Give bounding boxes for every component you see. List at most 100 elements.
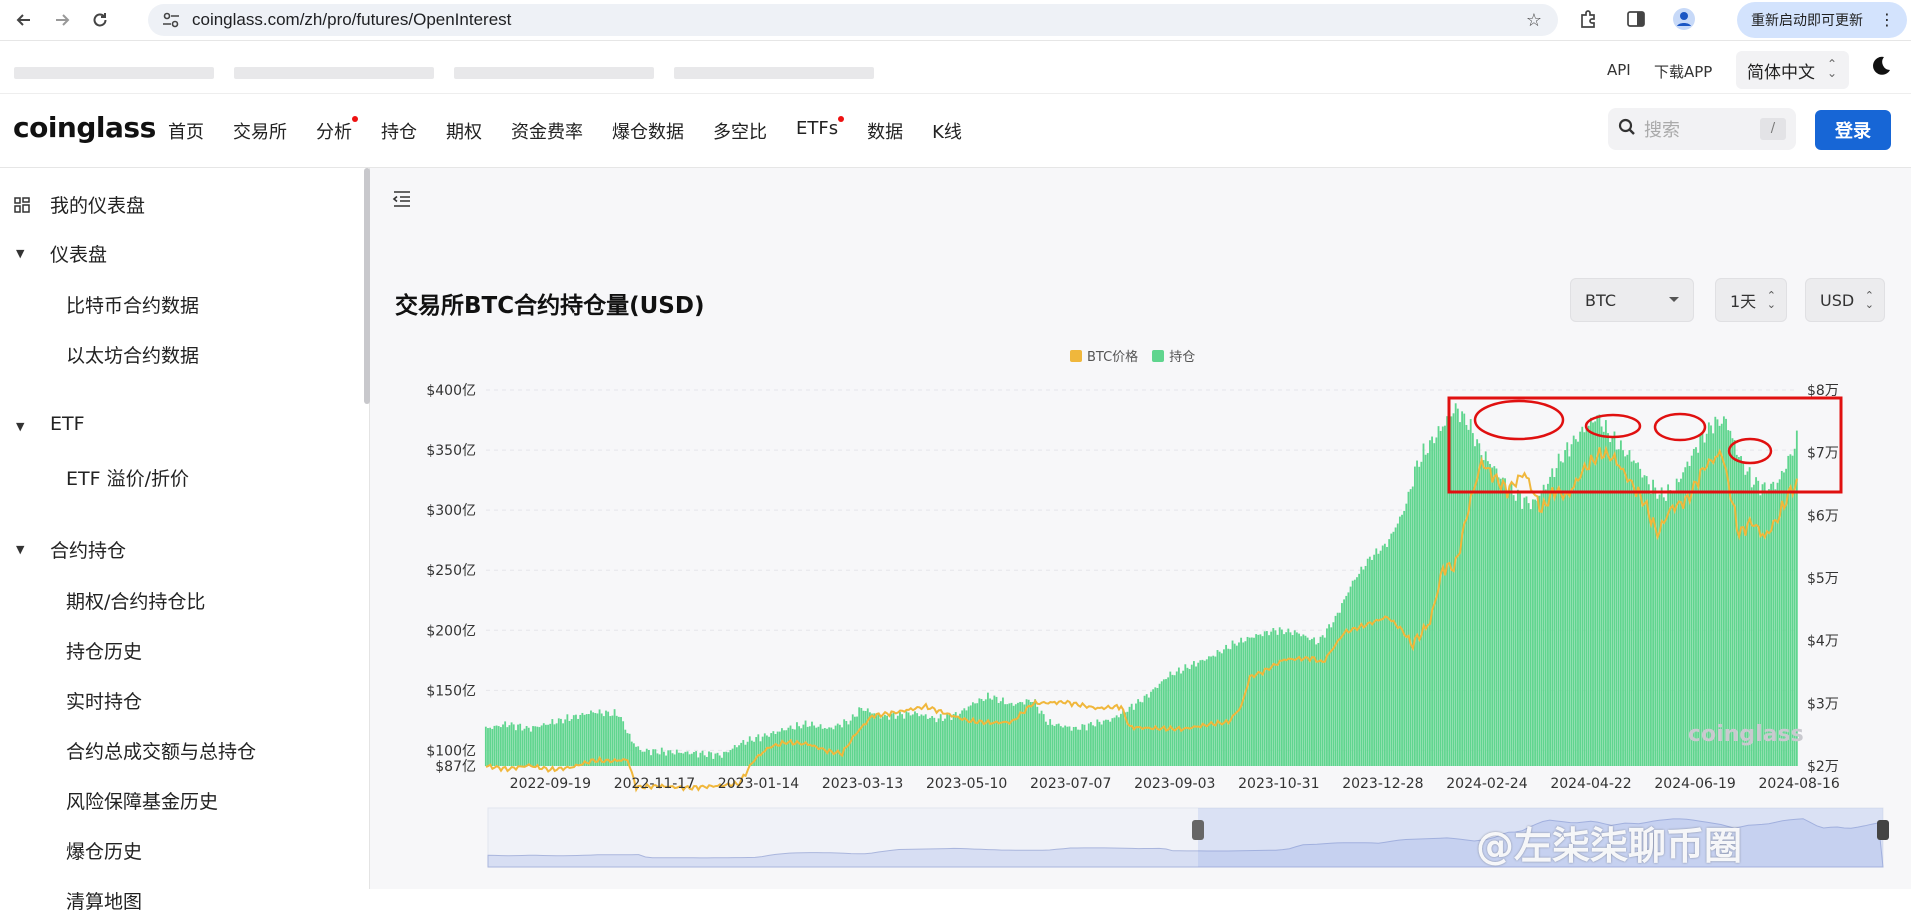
weibo-watermark: @左柒柒聊币圈 — [1476, 824, 1743, 868]
oi-bar — [967, 706, 970, 766]
back-icon[interactable] — [10, 6, 38, 34]
oi-bar — [1130, 703, 1133, 766]
sidebar-group[interactable]: ETF — [50, 413, 85, 435]
oi-bar — [1379, 550, 1382, 766]
oi-bar — [1208, 656, 1210, 766]
oi-bar — [1199, 660, 1202, 766]
oi-bar — [939, 714, 942, 766]
oi-bar — [504, 721, 507, 766]
oi-bar — [1673, 490, 1676, 766]
oi-bar — [886, 715, 888, 766]
sidebar-group[interactable]: 仪表盘 — [50, 240, 107, 267]
oi-bar — [1012, 705, 1015, 766]
nav-item[interactable]: 持仓 — [381, 118, 417, 144]
oi-bar — [969, 705, 972, 766]
oi-bar — [909, 715, 912, 766]
sidebar-item[interactable]: 清算地图 — [66, 887, 142, 914]
sidebar-item[interactable]: 风险保障基金历史 — [66, 787, 218, 814]
nav-item[interactable]: 交易所 — [233, 118, 287, 144]
oi-bar — [493, 725, 496, 766]
more-menu-icon[interactable]: ⋮ — [1879, 10, 1895, 29]
oi-bar — [1141, 702, 1144, 766]
extensions-icon[interactable] — [1575, 6, 1601, 32]
search-shortcut-key: / — [1760, 118, 1786, 140]
oi-bar — [1650, 493, 1652, 766]
restart-update-button[interactable]: 重新启动即可更新 ⋮ — [1737, 2, 1907, 38]
download-app-link[interactable]: 下载APP — [1654, 61, 1712, 82]
oi-bar — [1486, 461, 1489, 766]
oi-bar — [1390, 533, 1393, 766]
nav-item[interactable]: 首页 — [168, 118, 204, 144]
zoom-handle-left[interactable] — [1192, 820, 1204, 840]
collapse-caret-icon[interactable]: ▼ — [16, 420, 24, 433]
language-select[interactable]: 简体中文 ⌃ ⌄ — [1736, 51, 1849, 89]
profile-avatar-icon[interactable] — [1671, 6, 1697, 32]
y-left-tick-label: $350亿 — [426, 443, 476, 459]
oi-bar — [499, 727, 502, 766]
oi-bar — [860, 708, 863, 766]
oi-bar — [1068, 726, 1071, 766]
oi-bar — [744, 744, 747, 766]
oi-bar — [577, 718, 580, 766]
nav-item[interactable]: K线 — [932, 118, 962, 144]
bookmark-star-icon[interactable]: ☆ — [1526, 10, 1542, 31]
oi-bar — [712, 758, 715, 766]
oi-bar — [995, 696, 998, 766]
coinglass-logo[interactable]: coinglass — [13, 111, 156, 144]
api-link[interactable]: API — [1607, 61, 1631, 79]
oi-bar — [989, 698, 991, 766]
nav-item[interactable]: 资金费率 — [511, 118, 583, 144]
login-button[interactable]: 登录 — [1815, 110, 1891, 150]
oi-bar — [1467, 429, 1470, 766]
oi-bar — [1482, 460, 1485, 766]
zoom-handle-right[interactable] — [1877, 820, 1889, 840]
sidebar-item[interactable]: 合约总成交额与总持仓 — [66, 737, 256, 764]
sidebar-group[interactable]: 合约持仓 — [50, 536, 126, 563]
sidebar-item[interactable]: 持仓历史 — [66, 637, 142, 664]
sidebar-item[interactable]: 期权/合约持仓比 — [66, 587, 205, 614]
oi-bar — [538, 727, 541, 766]
sidebar-item[interactable]: 以太坊合约数据 — [66, 341, 199, 368]
forward-icon[interactable] — [48, 6, 76, 34]
oi-bar — [1132, 709, 1135, 766]
sidebar-item[interactable]: ETF 溢价/折价 — [66, 464, 189, 491]
oi-bar — [714, 753, 717, 766]
open-interest-chart[interactable]: $87亿$100亿 $150亿 $200亿 $250亿 $300亿 $350亿 $400亿 $… — [370, 168, 1911, 889]
collapse-caret-icon[interactable]: ▼ — [16, 543, 24, 556]
oi-bar — [1431, 436, 1433, 766]
oi-bar — [656, 753, 659, 766]
oi-bar — [1362, 569, 1365, 766]
oi-bar — [678, 752, 680, 766]
nav-item[interactable]: 多空比 — [713, 118, 767, 144]
address-bar[interactable]: coinglass.com/zh/pro/futures/OpenInteres… — [148, 4, 1558, 36]
collapse-caret-icon[interactable]: ▼ — [16, 247, 24, 260]
oi-bar — [1690, 455, 1693, 766]
nav-item[interactable]: 数据 — [867, 118, 903, 144]
oi-bar — [1523, 497, 1526, 766]
dark-mode-icon[interactable] — [1870, 55, 1892, 81]
nav-item[interactable]: ETFs — [796, 116, 845, 144]
sidebar-item-my-dashboard[interactable]: 我的仪表盘 — [50, 191, 145, 218]
search-input[interactable]: 搜索 / — [1608, 108, 1796, 150]
nav-item[interactable]: 期权 — [446, 118, 482, 144]
oi-bar — [1368, 556, 1371, 766]
oi-bar — [892, 712, 895, 766]
nav-item[interactable]: 分析 — [316, 116, 358, 144]
oi-bar — [1559, 461, 1562, 766]
reload-icon[interactable] — [86, 6, 114, 34]
sidebar-item[interactable]: 比特币合约数据 — [66, 291, 199, 318]
oi-bar — [590, 710, 592, 766]
oi-bar — [1527, 503, 1530, 766]
oi-bar — [748, 736, 751, 766]
oi-bar — [1182, 670, 1185, 766]
oi-bar — [1639, 468, 1642, 766]
sidebar-item[interactable]: 爆仓历史 — [66, 837, 142, 864]
oi-bar — [1345, 595, 1348, 766]
sidebar-item[interactable]: 实时持仓 — [66, 687, 142, 714]
oi-bar — [1733, 440, 1736, 766]
oi-bar — [1437, 426, 1440, 766]
nav-item[interactable]: 爆仓数据 — [612, 118, 684, 144]
oi-bar — [1227, 648, 1230, 766]
site-info-icon[interactable] — [160, 9, 182, 31]
side-panel-icon[interactable] — [1623, 6, 1649, 32]
